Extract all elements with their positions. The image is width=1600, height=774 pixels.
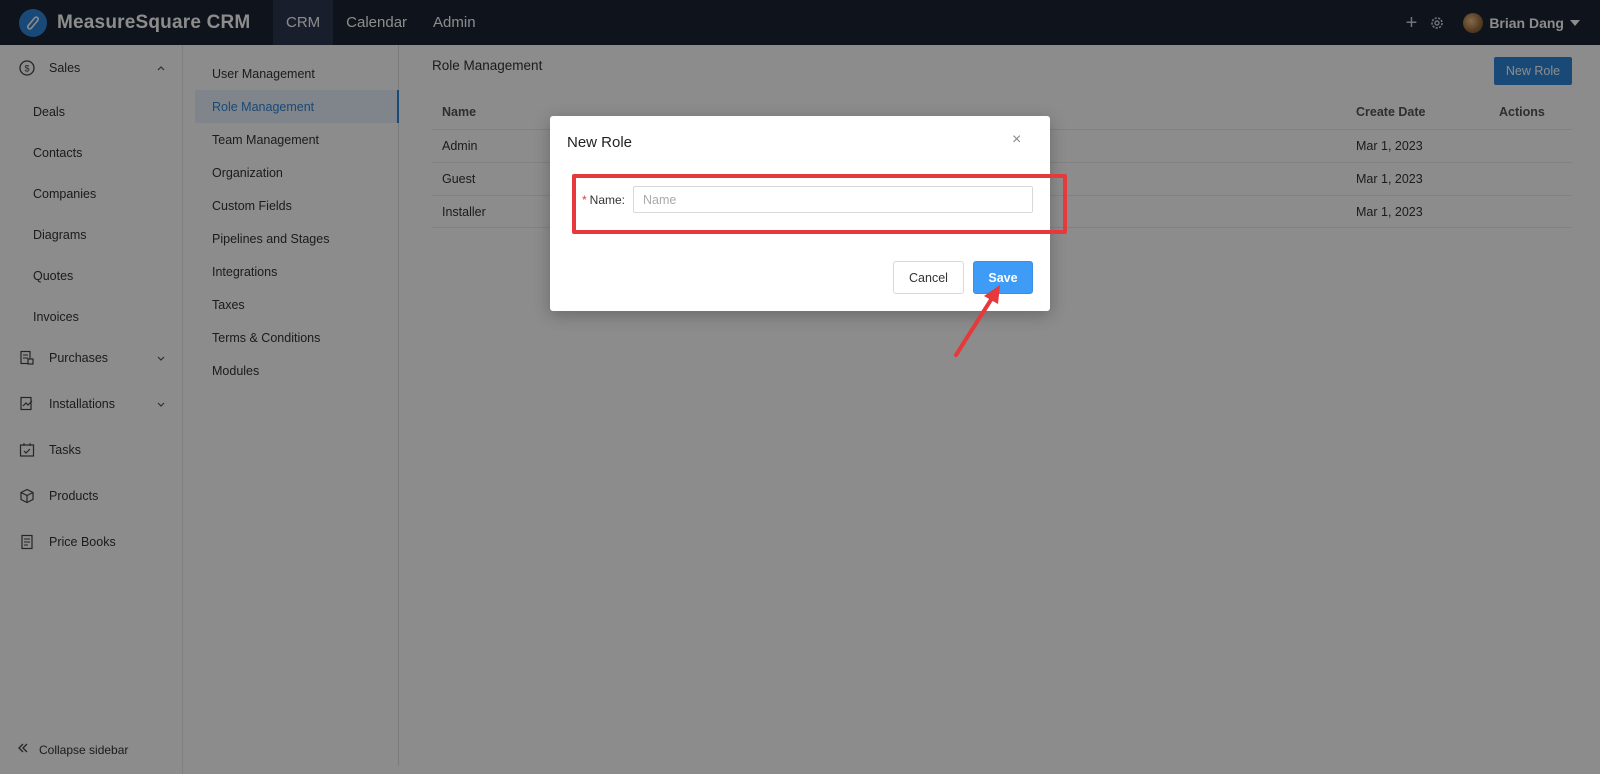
dialog-title: New Role	[567, 134, 633, 151]
annotation-highlight-box	[572, 174, 1067, 234]
annotation-arrow-icon	[954, 285, 1000, 357]
close-icon[interactable]: ×	[1012, 132, 1021, 148]
